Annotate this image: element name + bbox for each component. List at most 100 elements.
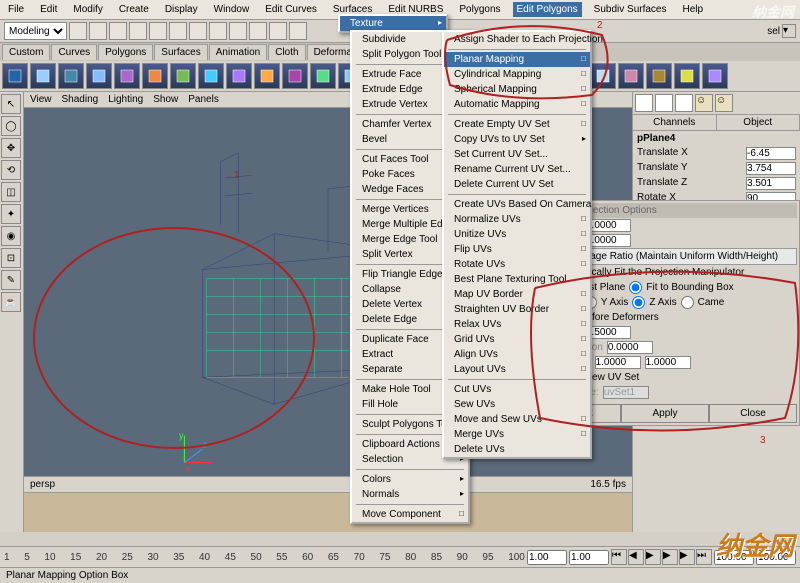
shelf-tab-animation[interactable]: Animation bbox=[209, 44, 267, 60]
shelf-button-22[interactable] bbox=[618, 63, 644, 89]
texture-submenu[interactable]: Assign Shader to Each Projection Planar M… bbox=[442, 30, 592, 459]
vp-menu-view[interactable]: View bbox=[30, 94, 52, 105]
snap2-icon[interactable] bbox=[169, 22, 187, 40]
shelf-button-25[interactable] bbox=[702, 63, 728, 89]
move-tool-icon[interactable]: ✥ bbox=[1, 138, 21, 158]
range-slider[interactable] bbox=[24, 492, 632, 532]
shelf-button-5[interactable] bbox=[142, 63, 168, 89]
hist-icon[interactable] bbox=[289, 22, 307, 40]
menu-item-normalize-uvs[interactable]: Normalize UVs bbox=[444, 212, 590, 227]
shelf-button-0[interactable] bbox=[2, 63, 28, 89]
menu-item-rotate-uvs[interactable]: Rotate UVs bbox=[444, 257, 590, 272]
menu-item-rename-current-uv-set-[interactable]: Rename Current UV Set... bbox=[444, 162, 590, 177]
menu-item-automatic-mapping[interactable]: Automatic Mapping bbox=[444, 97, 590, 112]
tool-box[interactable]: ↖◯✥⟲◫✦◉⊡✎☕ bbox=[0, 92, 24, 532]
redo-icon[interactable] bbox=[129, 22, 147, 40]
vp-menu-show[interactable]: Show bbox=[153, 94, 178, 105]
menu-item-delete-uvs[interactable]: Delete UVs bbox=[444, 442, 590, 457]
apply-button[interactable]: Apply bbox=[621, 404, 709, 423]
shelf-button-4[interactable] bbox=[114, 63, 140, 89]
z-axis-radio[interactable] bbox=[632, 296, 645, 309]
step-back-icon[interactable]: ◀ bbox=[628, 549, 644, 565]
shelf-button-6[interactable] bbox=[170, 63, 196, 89]
shelf-button-7[interactable] bbox=[198, 63, 224, 89]
menu-modify[interactable]: Modify bbox=[69, 2, 106, 17]
ipr-icon[interactable] bbox=[249, 22, 267, 40]
image-scale-field[interactable] bbox=[645, 356, 691, 369]
menu-item-flip-uvs[interactable]: Flip UVs bbox=[444, 242, 590, 257]
view-tool-icon[interactable]: ⊡ bbox=[1, 248, 21, 268]
rbin-icon[interactable] bbox=[269, 22, 287, 40]
rotate-tool-icon[interactable]: ⟲ bbox=[1, 160, 21, 180]
tab-object[interactable]: Object bbox=[717, 115, 800, 130]
play-fwd-icon[interactable]: ▶ bbox=[662, 549, 678, 565]
rewind-icon[interactable]: ⏮ bbox=[611, 549, 627, 565]
menu-item-move-and-sew-uvs[interactable]: Move and Sew UVs bbox=[444, 412, 590, 427]
menu-item-delete-current-uv-set[interactable]: Delete Current UV Set bbox=[444, 177, 590, 192]
shelf-button-21[interactable] bbox=[590, 63, 616, 89]
menu-edit-polygons[interactable]: Edit Polygons bbox=[513, 2, 582, 17]
menu-item-assign-shader-to-each-projection[interactable]: Assign Shader to Each Projection bbox=[444, 32, 590, 47]
menu-item-planar-mapping[interactable]: Planar Mapping bbox=[444, 52, 590, 67]
shelf-button-10[interactable] bbox=[282, 63, 308, 89]
menu-create[interactable]: Create bbox=[115, 2, 153, 17]
shelf-button-11[interactable] bbox=[310, 63, 336, 89]
menu-item-cylindrical-mapping[interactable]: Cylindrical Mapping bbox=[444, 67, 590, 82]
arrow-tool-icon[interactable]: ↖ bbox=[1, 94, 21, 114]
shelf-tab-curves[interactable]: Curves bbox=[51, 44, 97, 60]
render-icon[interactable] bbox=[229, 22, 247, 40]
image-rotation-field[interactable] bbox=[607, 341, 653, 354]
teapot-tool-icon[interactable]: ☕ bbox=[1, 292, 21, 312]
image-scale-field[interactable] bbox=[595, 356, 641, 369]
menu-item-sew-uvs[interactable]: Sew UVs bbox=[444, 397, 590, 412]
shelf-button-8[interactable] bbox=[226, 63, 252, 89]
menu-item-create-empty-uv-set[interactable]: Create Empty UV Set bbox=[444, 117, 590, 132]
step-fwd-icon[interactable]: ▶ bbox=[679, 549, 695, 565]
menu-item-create-uvs-based-on-camera[interactable]: Create UVs Based On Camera bbox=[444, 197, 590, 212]
softsel-tool-icon[interactable]: ◉ bbox=[1, 226, 21, 246]
mode-selector[interactable]: Modeling bbox=[4, 22, 67, 40]
layer-icon[interactable] bbox=[635, 94, 653, 112]
shelf-tab-surfaces[interactable]: Surfaces bbox=[154, 44, 207, 60]
face-icon[interactable]: ☺ bbox=[695, 94, 713, 112]
vp-menu-shading[interactable]: Shading bbox=[62, 94, 99, 105]
manipulate-tool-icon[interactable]: ✦ bbox=[1, 204, 21, 224]
menu-item-align-uvs[interactable]: Align UVs bbox=[444, 347, 590, 362]
snap-icon[interactable] bbox=[149, 22, 167, 40]
play-back-icon[interactable]: ▶ bbox=[645, 549, 661, 565]
save-icon[interactable] bbox=[89, 22, 107, 40]
paint-tool-icon[interactable]: ✎ bbox=[1, 270, 21, 290]
shelf-button-23[interactable] bbox=[646, 63, 672, 89]
texture-submenu-item[interactable]: Texture bbox=[340, 16, 446, 31]
vp-menu-panels[interactable]: Panels bbox=[188, 94, 219, 105]
attr-field[interactable] bbox=[746, 177, 796, 190]
shelf-tab-cloth[interactable]: Cloth bbox=[268, 44, 305, 60]
fast-fwd-icon[interactable]: ⏭ bbox=[696, 549, 712, 565]
menu-item-unitize-uvs[interactable]: Unitize UVs bbox=[444, 227, 590, 242]
layer-icon[interactable] bbox=[675, 94, 693, 112]
snap3-icon[interactable] bbox=[189, 22, 207, 40]
menu-item-set-current-uv-set-[interactable]: Set Current UV Set... bbox=[444, 147, 590, 162]
menu-item-normals[interactable]: Normals bbox=[352, 487, 468, 502]
menu-item-relax-uvs[interactable]: Relax UVs bbox=[444, 317, 590, 332]
shelf-button-3[interactable] bbox=[86, 63, 112, 89]
camera-radio[interactable] bbox=[681, 296, 694, 309]
sel-arrow-icon[interactable]: ▾ bbox=[782, 24, 796, 38]
menu-item-cut-uvs[interactable]: Cut UVs bbox=[444, 382, 590, 397]
channel-tabs[interactable]: Channels Object bbox=[633, 115, 800, 131]
menu-item-layout-uvs[interactable]: Layout UVs bbox=[444, 362, 590, 377]
fit-bounding-box-radio[interactable] bbox=[629, 281, 642, 294]
menu-edit[interactable]: Edit bbox=[36, 2, 61, 17]
menu-item-spherical-mapping[interactable]: Spherical Mapping bbox=[444, 82, 590, 97]
menu-item-grid-uvs[interactable]: Grid UVs bbox=[444, 332, 590, 347]
menu-display[interactable]: Display bbox=[161, 2, 202, 17]
menu-item-straighten-uv-border[interactable]: Straighten UV Border bbox=[444, 302, 590, 317]
menu-item-move-component[interactable]: Move Component bbox=[352, 507, 468, 522]
range-start-field[interactable] bbox=[527, 550, 567, 565]
time-slider[interactable]: 1510152025303540455055606570758085909510… bbox=[0, 546, 800, 567]
shelf-tab-polygons[interactable]: Polygons bbox=[98, 44, 153, 60]
menu-edit-curves[interactable]: Edit Curves bbox=[261, 2, 321, 17]
tab-channels[interactable]: Channels bbox=[633, 115, 717, 130]
shelf-button-24[interactable] bbox=[674, 63, 700, 89]
face-icon[interactable]: ☺ bbox=[715, 94, 733, 112]
